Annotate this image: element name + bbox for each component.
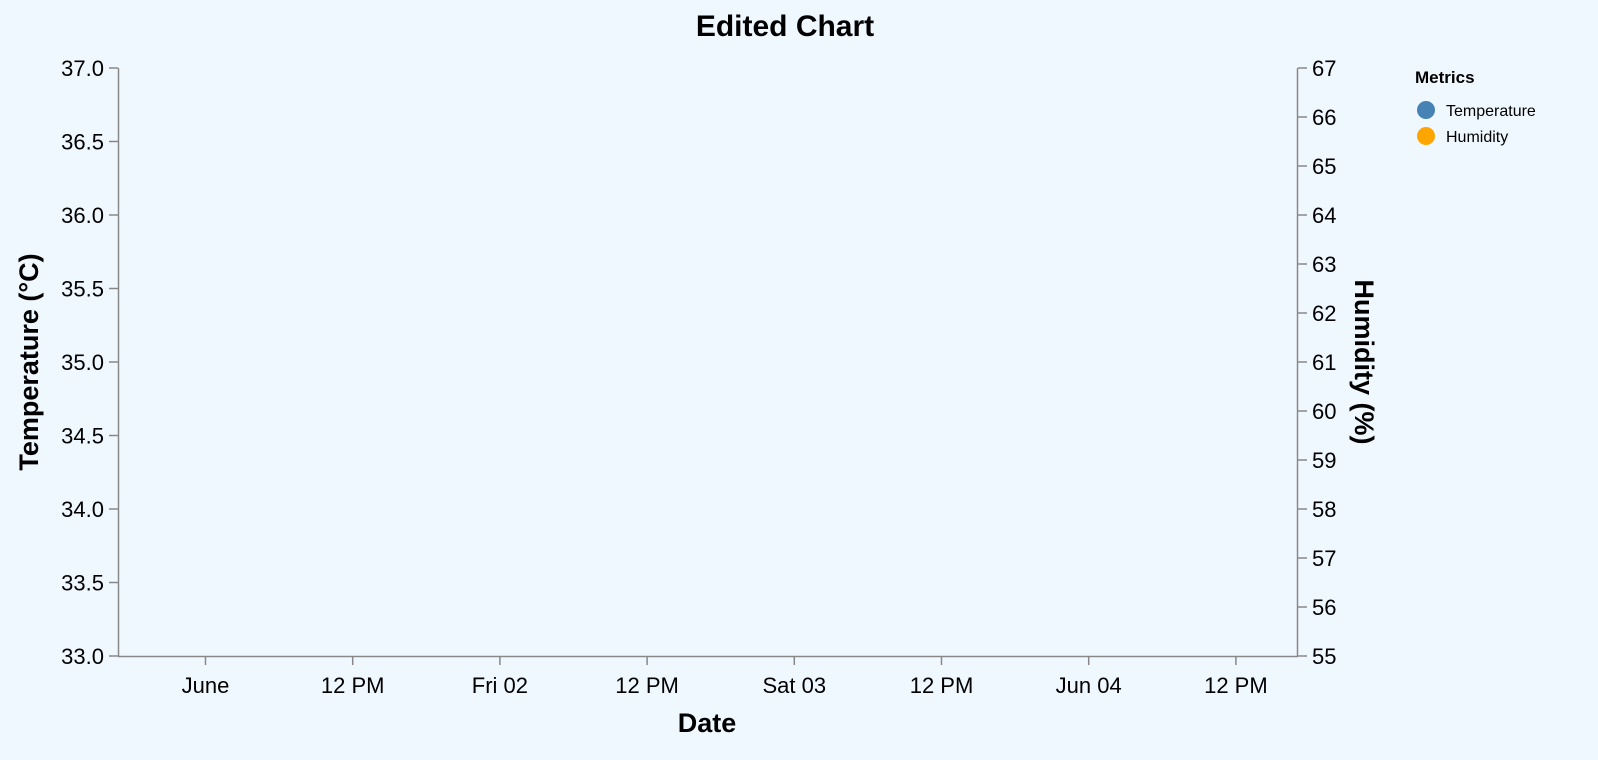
x-tick-label: Sat 03 bbox=[762, 673, 826, 698]
y-right-tick-label: 65 bbox=[1312, 154, 1336, 179]
y-left-axis-title: Temperature (°C) bbox=[14, 253, 44, 470]
y-right-tick-label: 62 bbox=[1312, 301, 1336, 326]
y-left-tick-label: 35.0 bbox=[61, 350, 104, 375]
y-right-tick-label: 61 bbox=[1312, 350, 1336, 375]
x-tick-label: 12 PM bbox=[321, 673, 385, 698]
y-right-tick-label: 59 bbox=[1312, 448, 1336, 473]
legend-swatch-humidity bbox=[1417, 127, 1435, 145]
legend-label-humidity: Humidity bbox=[1446, 129, 1508, 146]
x-tick-label: 12 PM bbox=[1204, 673, 1268, 698]
y-right-tick-label: 64 bbox=[1312, 203, 1336, 228]
x-tick-label: Fri 02 bbox=[472, 673, 528, 698]
y-left-tick-label: 36.0 bbox=[61, 203, 104, 228]
chart-title: Edited Chart bbox=[696, 10, 874, 43]
y-left-tick-label: 36.5 bbox=[61, 130, 104, 155]
x-tick-label: June bbox=[182, 673, 230, 698]
y-right-tick-label: 57 bbox=[1312, 546, 1336, 571]
y-left-tick-label: 37.0 bbox=[61, 56, 104, 81]
y-right-tick-label: 60 bbox=[1312, 399, 1336, 424]
y-right-tick-label: 58 bbox=[1312, 497, 1336, 522]
y-left-tick-label: 35.5 bbox=[61, 277, 104, 302]
legend-swatch-temperature bbox=[1417, 101, 1435, 119]
y-left-tick-label: 34.0 bbox=[61, 497, 104, 522]
y-left-tick-label: 34.5 bbox=[61, 424, 104, 449]
x-tick-label: 12 PM bbox=[910, 673, 974, 698]
x-tick-label: Jun 04 bbox=[1056, 673, 1122, 698]
y-right-tick-label: 67 bbox=[1312, 56, 1336, 81]
y-right-tick-label: 63 bbox=[1312, 252, 1336, 277]
legend-label-temperature: Temperature bbox=[1446, 103, 1536, 120]
x-axis-title: Date bbox=[678, 708, 737, 738]
legend-title: Metrics bbox=[1415, 68, 1475, 87]
y-right-tick-label: 56 bbox=[1312, 595, 1336, 620]
dual-axis-chart: Edited Chart June 12 PM Fri 02 12 PM Sat 03 1… bbox=[0, 0, 1598, 760]
y-right-tick-label: 66 bbox=[1312, 105, 1336, 130]
x-tick-label: 12 PM bbox=[615, 673, 679, 698]
y-right-tick-label: 55 bbox=[1312, 644, 1336, 669]
y-left-tick-label: 33.0 bbox=[61, 644, 104, 669]
y-left-tick-label: 33.5 bbox=[61, 571, 104, 596]
y-right-axis-title: Humidity (%) bbox=[1349, 280, 1379, 445]
